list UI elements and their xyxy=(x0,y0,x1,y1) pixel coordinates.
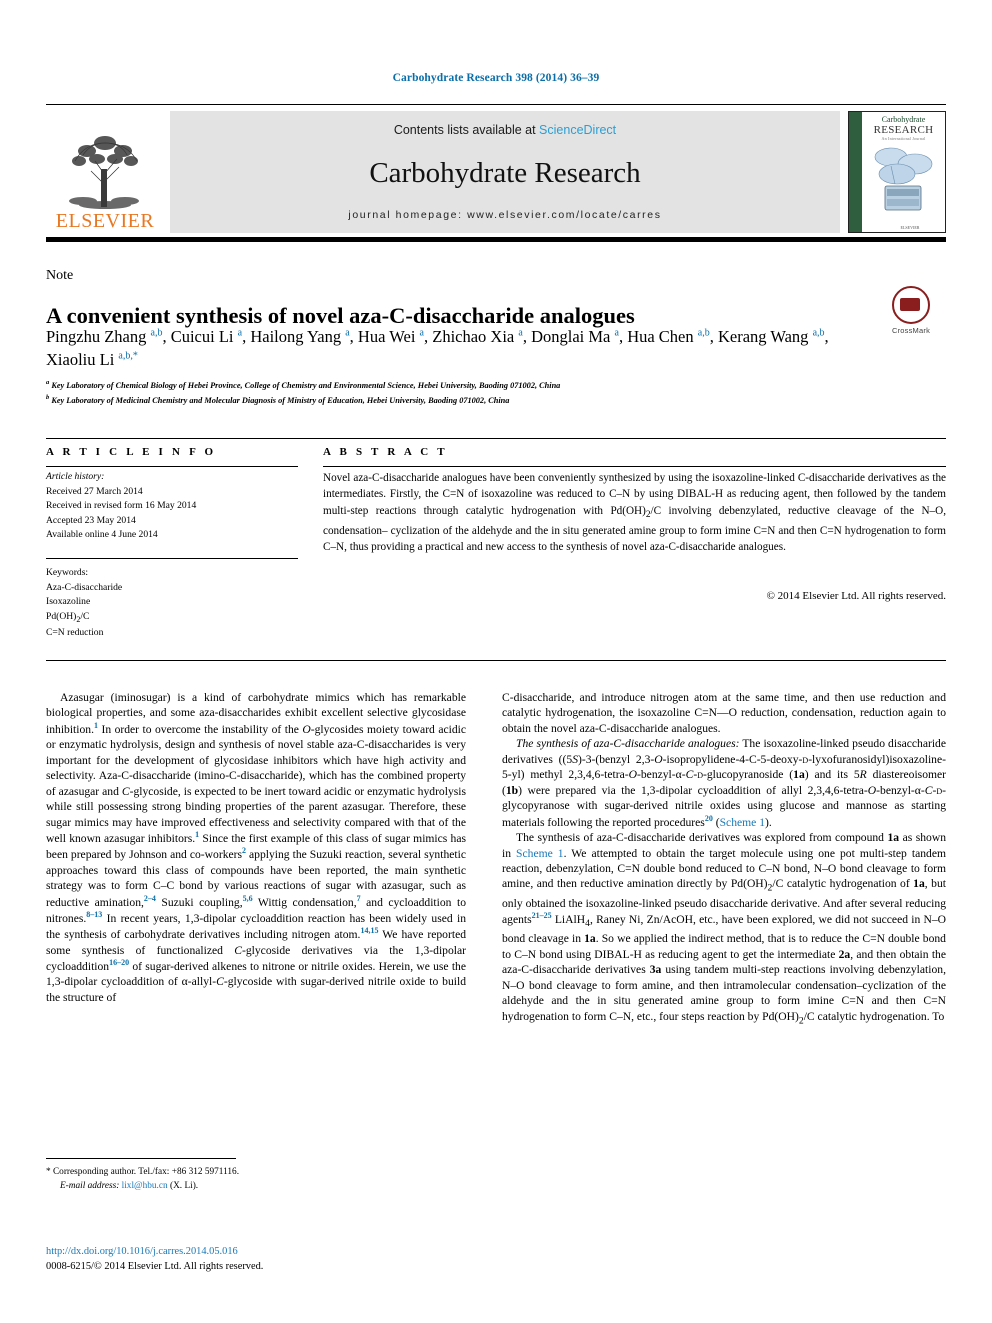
keywords-top-rule xyxy=(46,558,298,559)
masthead-bottom-rule xyxy=(46,237,946,242)
paper-page: Carbohydrate Research 398 (2014) 36–39 E… xyxy=(0,0,992,1323)
abstract-heading-rule xyxy=(323,466,946,467)
cover-artwork xyxy=(865,144,942,218)
cover-artwork-svg xyxy=(874,148,933,211)
cover-spine xyxy=(849,112,862,232)
doi-link[interactable]: http://dx.doi.org/10.1016/j.carres.2014.… xyxy=(46,1244,476,1259)
history-item-3: Available online 4 June 2014 xyxy=(46,529,158,541)
journal-homepage[interactable]: journal homepage: www.elsevier.com/locat… xyxy=(348,209,661,221)
email-link[interactable]: lixl@hbu.cn xyxy=(122,1181,168,1191)
cover-inner: Carbohydrate RESEARCH An International J… xyxy=(862,112,945,232)
footnote-line-1: * Corresponding author. Tel./fax: +86 31… xyxy=(46,1166,466,1180)
body-paragraph-left-1: Azasugar (iminosugar) is a kind of carbo… xyxy=(46,691,467,1004)
info-heading-rule xyxy=(46,466,298,467)
keyword-2: Pd(OH)2/C xyxy=(46,610,90,624)
keywords-block: Keywords: Aza-C-disaccharide Isoxazoline… xyxy=(46,566,296,640)
journal-masthead: ELSEVIER Contents lists available at Sci… xyxy=(46,104,946,242)
elsevier-tree-svg xyxy=(69,136,139,209)
abstract-copyright: © 2014 Elsevier Ltd. All rights reserved… xyxy=(766,590,946,602)
abstract-heading: A B S T R A C T xyxy=(323,446,448,458)
journal-title: Carbohydrate Research xyxy=(369,156,641,189)
crossmark-icon xyxy=(892,286,930,324)
crossmark-badge[interactable]: CrossMark xyxy=(880,286,942,335)
running-head: Carbohydrate Research 398 (2014) 36–39 xyxy=(392,72,600,84)
keyword-3: C=N reduction xyxy=(46,626,104,638)
contents-prefix: Contents lists available at xyxy=(393,123,540,137)
body-paragraph-right-1: C-disaccharide, and introduce nitrogen a… xyxy=(502,691,946,735)
info-section-top-rule xyxy=(46,438,946,439)
elsevier-tree-icon xyxy=(53,125,157,211)
history-item-1: Received in revised form 16 May 2014 xyxy=(46,500,197,512)
footnote-line-2: E-mail address: lixl@hbu.cn (X. Li). xyxy=(46,1180,466,1194)
corresponding-author-footnote: * Corresponding author. Tel./fax: +86 31… xyxy=(46,1166,466,1194)
masthead-top-rule xyxy=(46,104,946,105)
keywords-label: Keywords: xyxy=(46,567,89,578)
journal-cover-thumbnail: Carbohydrate RESEARCH An International J… xyxy=(848,111,946,233)
history-item-2: Accepted 23 May 2014 xyxy=(46,514,136,526)
sciencedirect-link[interactable]: ScienceDirect xyxy=(539,123,616,137)
cover-line1: Carbohydrate xyxy=(881,115,926,124)
cover-bottom-text: ELSEVIER xyxy=(900,225,920,230)
footer-doi-block: http://dx.doi.org/10.1016/j.carres.2014.… xyxy=(46,1244,476,1274)
body-column-left: Azasugar (iminosugar) is a kind of carbo… xyxy=(46,690,466,1005)
footnote-rule xyxy=(46,1158,236,1159)
body-paragraph-right-2: The synthesis of aza-C-disaccharide anal… xyxy=(502,737,947,829)
article-type-label: Note xyxy=(46,268,74,283)
masthead-center: Contents lists available at ScienceDirec… xyxy=(170,111,840,233)
article-info-heading: A R T I C L E I N F O xyxy=(46,446,217,458)
body-paragraph-right-3: The synthesis of aza-C-disaccharide deri… xyxy=(502,831,947,1026)
footnote-marker: * xyxy=(46,1167,51,1177)
footnote-corresponding-text: Corresponding author. Tel./fax: +86 312 … xyxy=(52,1167,240,1177)
article-history-label: Article history: xyxy=(46,471,105,482)
body-column-right: C-disaccharide, and introduce nitrogen a… xyxy=(502,690,946,1028)
affiliation-list: a Key Laboratory of Chemical Biology of … xyxy=(46,379,561,405)
elsevier-wordmark: ELSEVIER xyxy=(55,210,155,232)
abstract-text: Novel aza-C-disaccharide analogues have … xyxy=(323,472,946,554)
author-list: Pingzhu Zhang a,b, Cuicui Li a, Hailong … xyxy=(46,327,829,369)
cover-line2: RESEARCH xyxy=(873,124,934,137)
email-label: E-mail address: xyxy=(60,1180,120,1191)
keyword-1: Isoxazoline xyxy=(46,596,91,608)
crossmark-label: CrossMark xyxy=(891,326,931,335)
history-item-0: Received 27 March 2014 xyxy=(46,485,143,497)
body-top-rule xyxy=(46,660,946,661)
contents-available-line: Contents lists available at ScienceDirec… xyxy=(394,123,616,137)
elsevier-logo: ELSEVIER xyxy=(46,111,164,233)
cover-subtitle: An International Journal xyxy=(881,136,926,142)
email-suffix: (X. Li). xyxy=(169,1180,199,1191)
article-history-block: Article history: Received 27 March 2014 … xyxy=(46,470,296,543)
issn-copyright-line: 0008-6215/© 2014 Elsevier Ltd. All right… xyxy=(46,1261,264,1273)
keyword-0: Aza-C-disaccharide xyxy=(46,581,123,593)
